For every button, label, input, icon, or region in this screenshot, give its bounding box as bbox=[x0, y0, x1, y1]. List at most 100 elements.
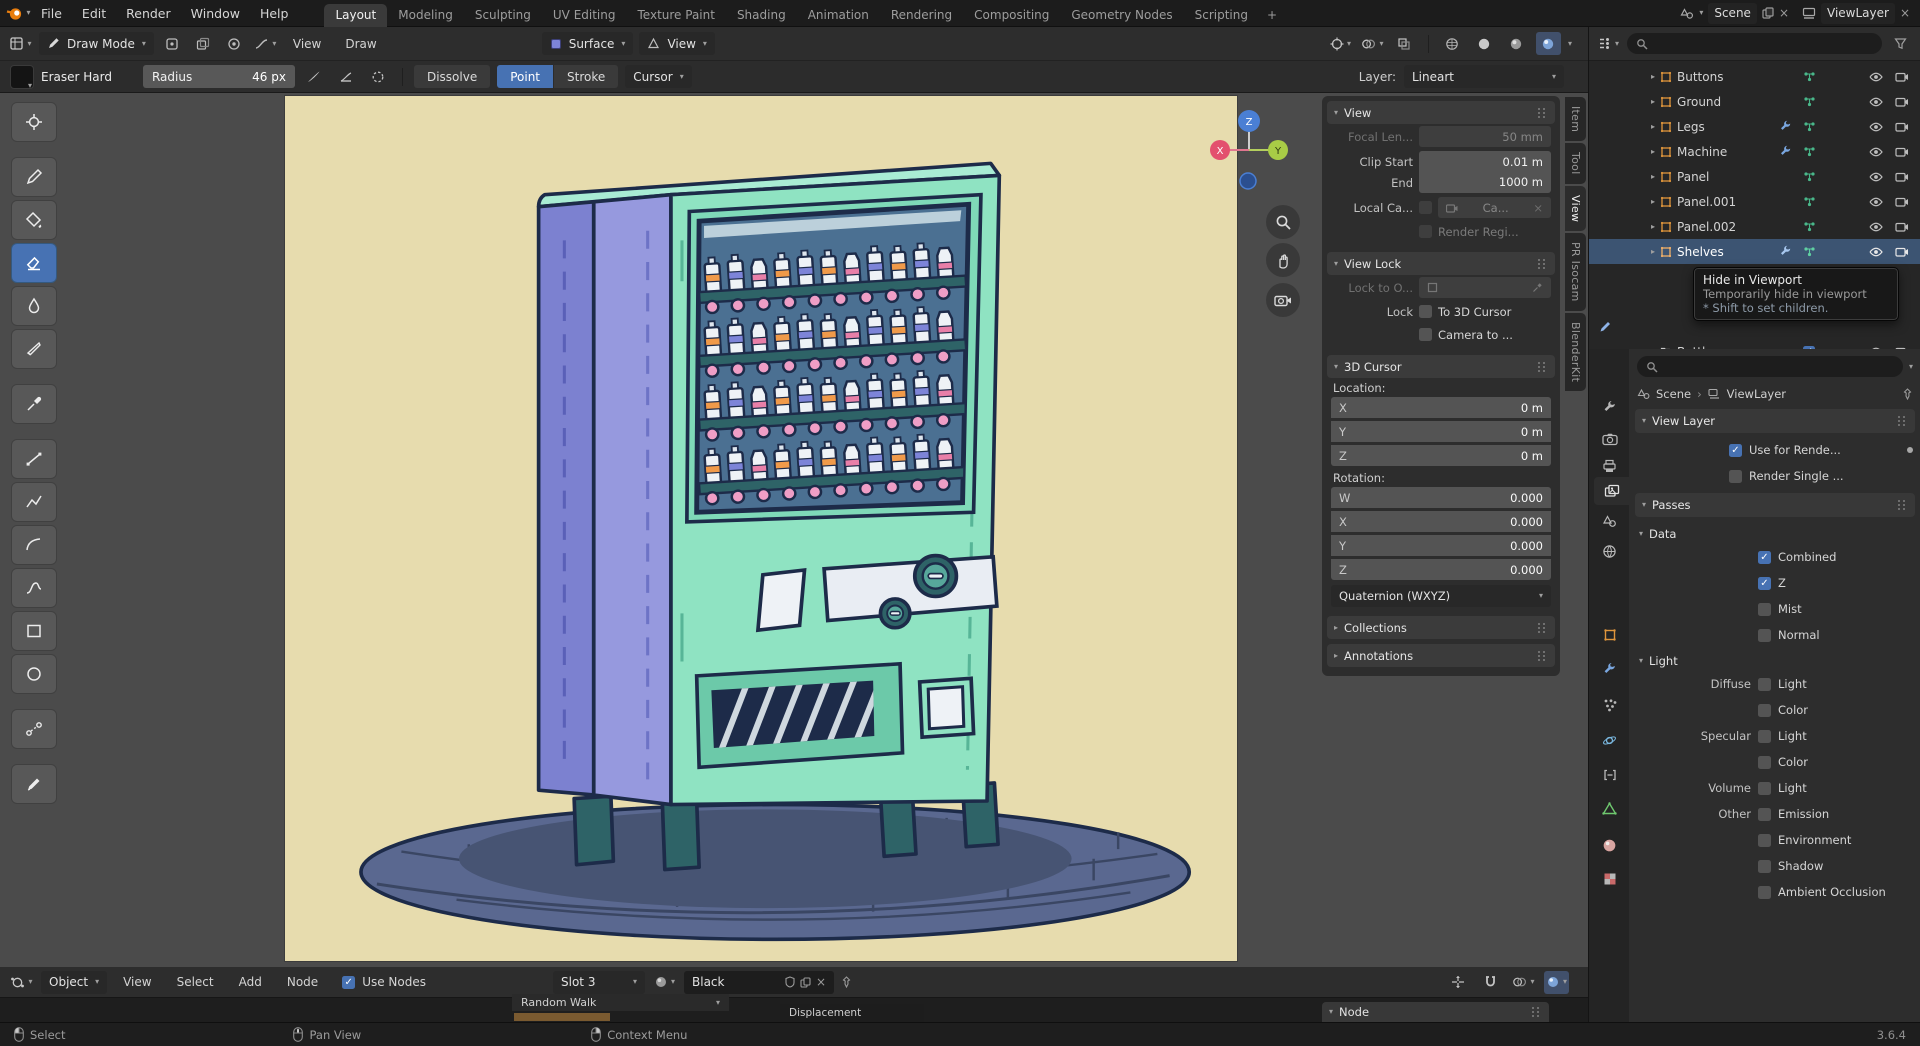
breadcrumb-viewlayer[interactable]: ViewLayer bbox=[1727, 387, 1786, 401]
tab-particles[interactable] bbox=[1593, 691, 1626, 719]
camera-canvas[interactable] bbox=[285, 96, 1237, 961]
draw-tool[interactable] bbox=[11, 157, 57, 197]
cursor-location-z[interactable]: Z0 m bbox=[1331, 445, 1551, 466]
interpolate-tool[interactable] bbox=[11, 709, 57, 749]
outliner-row[interactable]: ▸ Ground bbox=[1589, 89, 1920, 114]
menu-render[interactable]: Render bbox=[116, 0, 181, 27]
workspace-tab-uv-editing[interactable]: UV Editing bbox=[542, 4, 627, 27]
cursor-3d-section-header[interactable]: ▾ 3D Cursor bbox=[1327, 355, 1555, 378]
overlays-toggle-icon[interactable]: ▾ bbox=[1511, 971, 1536, 994]
focal-length-field[interactable]: 50 mm bbox=[1419, 126, 1551, 147]
falloff-curve-icon[interactable]: ▾ bbox=[253, 32, 278, 55]
outliner-row[interactable]: ▸ Panel.002 bbox=[1589, 214, 1920, 239]
tab-constraints[interactable] bbox=[1593, 761, 1626, 789]
shader-menu-view[interactable]: View bbox=[114, 975, 160, 989]
properties-search-input[interactable] bbox=[1637, 356, 1903, 377]
erase-tool[interactable] bbox=[11, 243, 57, 283]
node-subsurface-method-field[interactable]: Random Walk ▾ bbox=[512, 994, 729, 1011]
shading-rendered-icon[interactable] bbox=[1535, 32, 1561, 55]
brush-preview-swatch[interactable]: ▾ bbox=[10, 64, 34, 89]
pass-combined-checkbox[interactable] bbox=[1758, 550, 1771, 564]
outliner-row-selected[interactable]: ▸ Shelves bbox=[1589, 239, 1920, 264]
tab-tool[interactable] bbox=[1593, 393, 1626, 421]
tab-world[interactable] bbox=[1593, 537, 1626, 565]
viewport-menu-draw[interactable]: Draw bbox=[336, 37, 385, 51]
workspace-tab-rendering[interactable]: Rendering bbox=[880, 4, 963, 27]
node-panel-header[interactable]: ▾ Node bbox=[1322, 1002, 1549, 1022]
cursor-location-x[interactable]: X0 m bbox=[1331, 397, 1551, 418]
shader-menu-add[interactable]: Add bbox=[230, 975, 271, 989]
cursor-rotation-z[interactable]: Z 0.000 bbox=[1331, 559, 1551, 580]
menu-edit[interactable]: Edit bbox=[72, 0, 116, 27]
to-3d-cursor-checkbox[interactable] bbox=[1419, 305, 1432, 318]
breadcrumb-scene[interactable]: Scene bbox=[1656, 387, 1691, 401]
polyline-tool[interactable] bbox=[11, 482, 57, 522]
placement-origin-icon[interactable] bbox=[160, 32, 185, 55]
material-name-field[interactable]: Black × bbox=[684, 970, 834, 994]
sidebar-tab-tool[interactable]: Tool bbox=[1565, 143, 1586, 184]
animate-dot[interactable] bbox=[1907, 447, 1913, 453]
tab-modifiers[interactable] bbox=[1593, 655, 1626, 683]
pass-specular-color-checkbox[interactable] bbox=[1758, 755, 1771, 769]
drawing-plane-dropdown[interactable]: View ▾ bbox=[639, 32, 715, 55]
workspace-tab-modeling[interactable]: Modeling bbox=[387, 4, 464, 27]
disable-in-renders-icon[interactable] bbox=[1895, 196, 1909, 208]
clip-end-field[interactable]: 1000 m bbox=[1419, 171, 1551, 193]
disable-in-renders-icon[interactable] bbox=[1895, 171, 1909, 183]
disable-in-renders-icon[interactable] bbox=[1895, 246, 1909, 258]
scene-browse-caret[interactable]: ▾ bbox=[1699, 9, 1703, 17]
snap-magnet-icon[interactable] bbox=[1478, 971, 1503, 994]
line-tool[interactable] bbox=[11, 439, 57, 479]
shader-menu-select[interactable]: Select bbox=[168, 975, 223, 989]
outliner-row[interactable]: ▸ Legs bbox=[1589, 114, 1920, 139]
pan-hand-button[interactable] bbox=[1266, 243, 1300, 277]
lock-to-object-field[interactable] bbox=[1419, 277, 1551, 298]
shader-type-dropdown[interactable]: Object ▾ bbox=[41, 970, 108, 994]
pass-ambient-occlusion-checkbox[interactable] bbox=[1758, 885, 1771, 899]
brush-name[interactable]: Eraser Hard bbox=[41, 70, 112, 84]
camera-view-button[interactable] bbox=[1266, 283, 1300, 317]
tab-render[interactable] bbox=[1593, 425, 1626, 453]
shading-dropdown-caret[interactable]: ▾ bbox=[1568, 39, 1572, 48]
tab-object-data[interactable] bbox=[1593, 794, 1626, 822]
outliner-row[interactable]: ▸Bottles bbox=[1589, 339, 1920, 349]
render-single-layer-checkbox[interactable] bbox=[1729, 469, 1742, 483]
pin-icon[interactable] bbox=[841, 976, 852, 988]
annotate-tool[interactable] bbox=[11, 764, 57, 804]
tab-material[interactable] bbox=[1593, 831, 1626, 859]
hide-in-viewport-icon[interactable] bbox=[1869, 70, 1883, 84]
menu-window[interactable]: Window bbox=[181, 0, 250, 27]
workspace-tab-sculpting[interactable]: Sculpting bbox=[464, 4, 542, 27]
erase-mode-point-button[interactable]: Point bbox=[497, 65, 554, 88]
disable-in-renders-icon[interactable] bbox=[1895, 96, 1909, 108]
delete-scene-icon[interactable]: × bbox=[1779, 6, 1789, 20]
overlays-icon[interactable]: ▾ bbox=[1360, 32, 1385, 55]
pass-volume-light-checkbox[interactable] bbox=[1758, 781, 1771, 795]
passes-light-subheader[interactable]: ▾ Light bbox=[1629, 648, 1920, 671]
box-tool[interactable] bbox=[11, 611, 57, 651]
shader-editor-type-icon[interactable]: ▾ bbox=[9, 971, 34, 994]
pass-z-checkbox[interactable] bbox=[1758, 576, 1771, 590]
use-nodes-checkbox[interactable] bbox=[342, 975, 356, 989]
add-workspace-button[interactable]: + bbox=[1259, 4, 1285, 27]
pen-pressure-icon[interactable] bbox=[302, 65, 327, 88]
workspace-tab-layout[interactable]: Layout bbox=[324, 3, 388, 27]
passes-data-subheader[interactable]: ▾ Data bbox=[1629, 521, 1920, 544]
rotation-mode-dropdown[interactable]: Quaternion (WXYZ) ▾ bbox=[1331, 585, 1551, 607]
xray-toggle-icon[interactable] bbox=[1392, 32, 1417, 55]
viewport-menu-view[interactable]: View bbox=[284, 37, 330, 51]
multiframe-icon[interactable] bbox=[191, 32, 216, 55]
shading-wireframe-icon[interactable] bbox=[1440, 32, 1465, 55]
pass-mist-checkbox[interactable] bbox=[1758, 602, 1771, 616]
layer-dropdown[interactable]: Lineart ▾ bbox=[1404, 65, 1564, 88]
cursor-dropdown[interactable]: Cursor ▾ bbox=[625, 65, 692, 88]
workspace-tab-animation[interactable]: Animation bbox=[797, 4, 880, 27]
outliner-search-input[interactable] bbox=[1627, 33, 1882, 54]
local-camera-checkbox[interactable] bbox=[1419, 201, 1432, 214]
cursor-rotation-y[interactable]: Y 0.000 bbox=[1331, 535, 1551, 556]
hide-in-viewport-icon[interactable] bbox=[1869, 120, 1883, 134]
hide-in-viewport-icon[interactable] bbox=[1869, 195, 1883, 209]
zoom-button[interactable] bbox=[1266, 205, 1300, 239]
show-gizmo-icon[interactable]: ▾ bbox=[1328, 32, 1353, 55]
hide-in-viewport-icon[interactable] bbox=[1869, 220, 1883, 234]
